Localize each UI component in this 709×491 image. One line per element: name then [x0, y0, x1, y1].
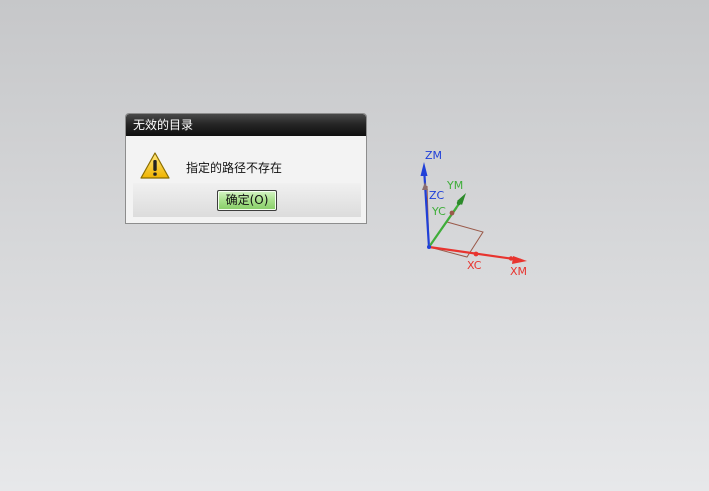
dialog-button-area: 确定(O) [133, 183, 361, 217]
warning-icon [140, 152, 170, 179]
yc-handle-icon[interactable] [449, 210, 455, 216]
xm-arrow-icon[interactable] [512, 256, 527, 264]
xm-label: XM [510, 265, 527, 278]
dialog-body: 指定的路径不存在 确定(O) [126, 136, 366, 223]
yc-label: YC [431, 205, 446, 218]
invalid-directory-dialog: 无效的目录 指定的路径不存在 确定(O) [125, 113, 367, 224]
dialog-title: 无效的目录 [126, 114, 366, 136]
zm-arrow-icon[interactable] [420, 162, 428, 176]
dialog-message: 指定的路径不存在 [186, 161, 283, 175]
xm-handle-icon[interactable] [508, 256, 514, 261]
zm-label: ZM [425, 149, 442, 162]
ym-label: YM [446, 179, 463, 192]
origin-point[interactable] [427, 245, 431, 249]
ym-handle-icon[interactable] [456, 200, 462, 206]
graphics-viewport[interactable]: 无效的目录 指定的路径不存在 确定(O) ZM ZC YM YC XC XM [0, 0, 709, 491]
xc-handle-icon[interactable] [473, 251, 479, 257]
ok-button[interactable]: 确定(O) [217, 190, 277, 211]
zc-label: ZC [429, 189, 445, 202]
coordinate-triad[interactable]: ZM ZC YM YC XC XM [405, 140, 545, 285]
z-axis-line [422, 167, 431, 248]
xc-label: XC [467, 259, 482, 272]
